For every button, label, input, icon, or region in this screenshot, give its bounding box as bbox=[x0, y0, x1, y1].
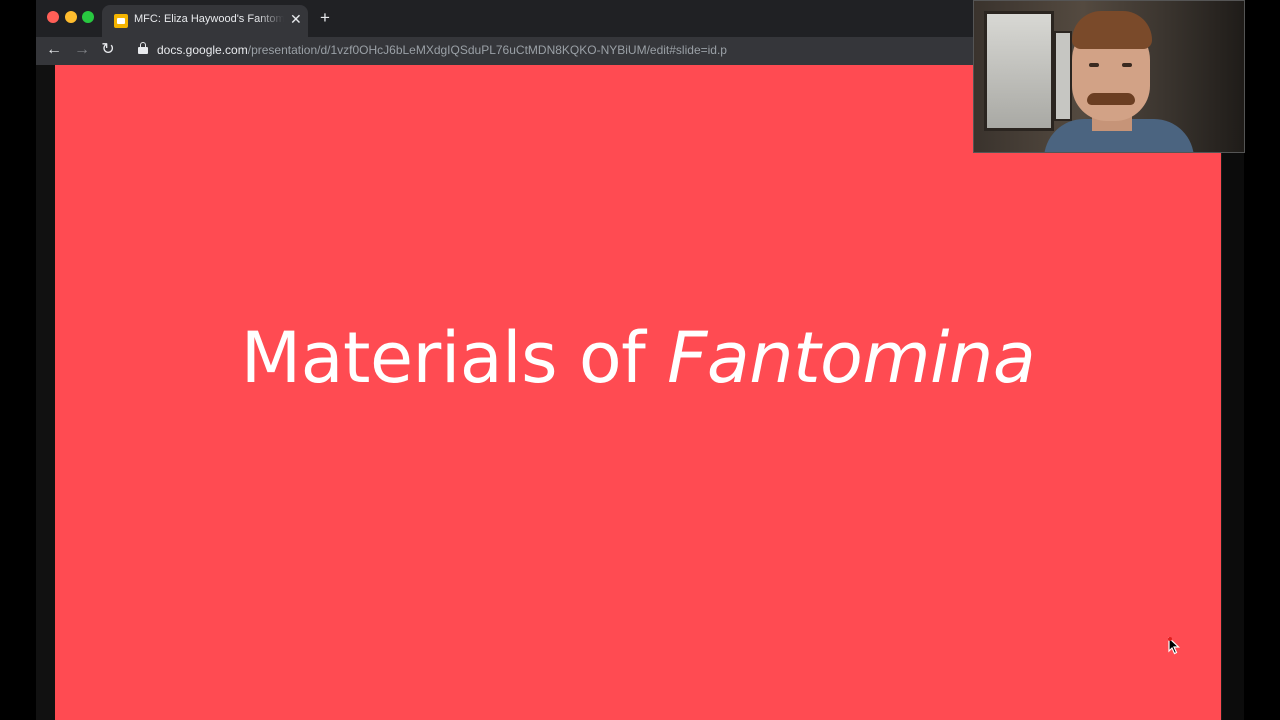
webcam-window-frame-2 bbox=[1054, 31, 1072, 121]
webcam-overlay bbox=[973, 0, 1245, 153]
presenter-eye-left bbox=[1089, 63, 1099, 67]
lock-icon[interactable] bbox=[138, 42, 148, 55]
url-host: docs.google.com bbox=[157, 43, 248, 57]
reload-button[interactable]: ↻ bbox=[98, 40, 118, 60]
minimize-window-button[interactable] bbox=[65, 11, 77, 23]
back-button[interactable]: ← bbox=[44, 40, 64, 60]
slide-title: Materials of Fantomina bbox=[55, 317, 1221, 399]
presentation-edge bbox=[1221, 65, 1244, 720]
slide-title-italic: Fantomina bbox=[667, 317, 1036, 399]
presenter-mustache bbox=[1087, 93, 1135, 105]
presenter-eye-right bbox=[1122, 63, 1132, 67]
presentation-area: Materials of Fantomina bbox=[36, 65, 1244, 720]
tab-title: MFC: Eliza Haywood's Fantomina bbox=[134, 13, 284, 25]
close-window-button[interactable] bbox=[47, 11, 59, 23]
new-tab-button[interactable]: + bbox=[320, 9, 330, 27]
slide-title-plain: Materials of bbox=[240, 317, 668, 399]
forward-button[interactable]: → bbox=[72, 40, 92, 60]
browser-tab[interactable]: MFC: Eliza Haywood's Fantomina ✕ bbox=[102, 5, 308, 37]
mouse-cursor-icon bbox=[1168, 637, 1180, 655]
url-path: /presentation/d/1vzf0OHcJ6bLeMXdgIQSduPL… bbox=[247, 43, 727, 57]
webcam-window-frame bbox=[984, 11, 1054, 131]
address-bar[interactable]: docs.google.com/presentation/d/1vzf0OHcJ… bbox=[157, 43, 727, 57]
google-slides-icon bbox=[114, 14, 128, 28]
slide[interactable]: Materials of Fantomina bbox=[55, 65, 1221, 720]
presenter-hair bbox=[1072, 11, 1152, 49]
maximize-window-button[interactable] bbox=[82, 11, 94, 23]
tab-close-button[interactable]: ✕ bbox=[290, 11, 302, 27]
